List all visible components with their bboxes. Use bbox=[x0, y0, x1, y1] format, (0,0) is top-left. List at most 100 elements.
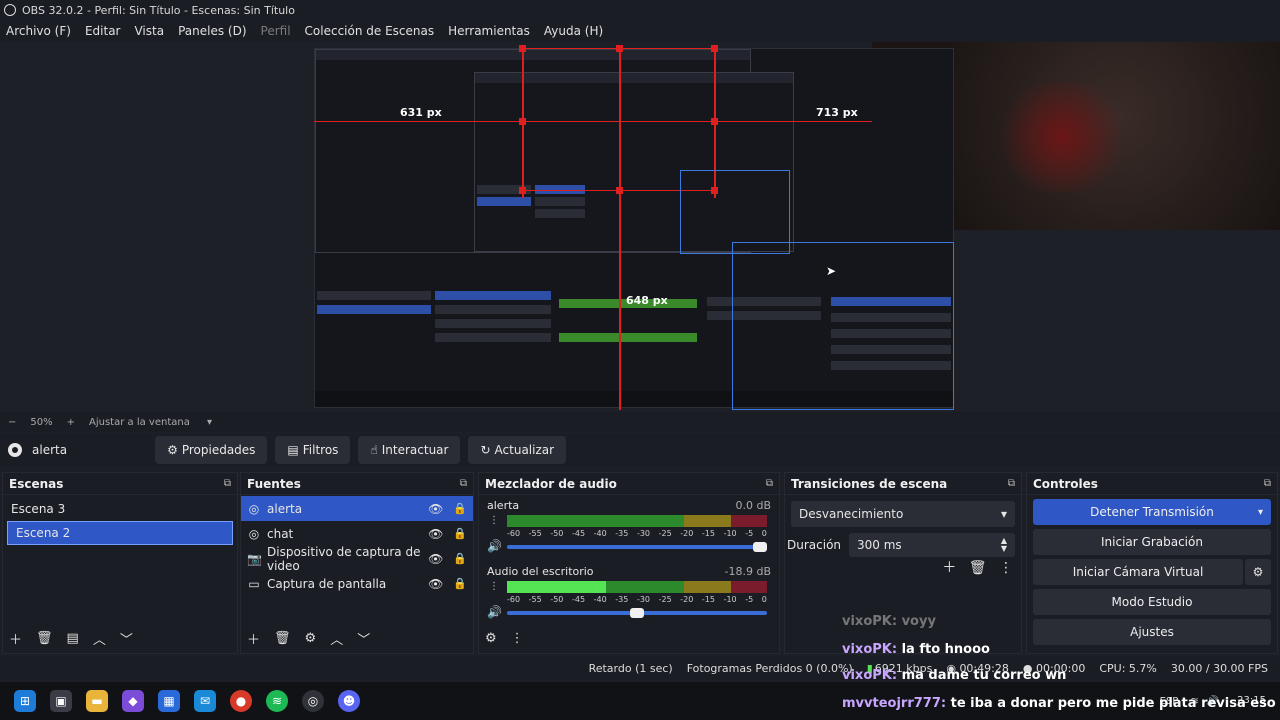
scene-item[interactable]: Escena 3 bbox=[3, 497, 237, 521]
eye-icon[interactable]: 👁 bbox=[428, 527, 443, 541]
properties-button[interactable]: ⚙ Propiedades bbox=[155, 436, 268, 464]
volume-slider[interactable] bbox=[507, 608, 767, 618]
chevron-down-icon[interactable]: ﹀ bbox=[357, 629, 370, 648]
zoom-fit-select[interactable]: Ajustar a la ventana ▾ bbox=[89, 417, 212, 428]
stop-streaming-button[interactable]: Detener Transmisión ▾ bbox=[1033, 499, 1271, 525]
add-transition-icon[interactable]: ＋ bbox=[942, 560, 956, 576]
kebab-menu-icon[interactable]: ⋮ bbox=[999, 560, 1013, 576]
chat-message: vixoPK: la fto hnooo bbox=[842, 642, 990, 657]
dock-popout-icon[interactable]: ⧉ bbox=[224, 478, 231, 489]
file-explorer-icon[interactable]: ▬ bbox=[86, 690, 108, 712]
refresh-icon: ↻ bbox=[480, 443, 491, 457]
chevron-up-icon[interactable]: ︿ bbox=[330, 629, 343, 648]
gear-icon[interactable]: ⚙ bbox=[485, 631, 497, 646]
dock-popout-icon[interactable]: ⧉ bbox=[1264, 478, 1271, 489]
zoom-in-button[interactable]: + bbox=[67, 417, 75, 428]
menu-edit[interactable]: Editar bbox=[85, 24, 121, 38]
trash-icon[interactable]: 🗑 bbox=[274, 631, 291, 646]
preview-area[interactable]: 631 px 713 px 648 px ➤ bbox=[0, 42, 1280, 412]
menu-docks[interactable]: Paneles (D) bbox=[178, 24, 246, 38]
settings-button[interactable]: Ajustes bbox=[1033, 619, 1271, 645]
menu-tools[interactable]: Herramientas bbox=[448, 24, 530, 38]
transform-handle[interactable] bbox=[519, 45, 526, 52]
filters-button[interactable]: ▤ Filtros bbox=[275, 436, 351, 464]
add-source-icon[interactable]: ＋ bbox=[247, 629, 260, 648]
transform-handle[interactable] bbox=[519, 187, 526, 194]
transform-handle[interactable] bbox=[616, 187, 623, 194]
speaker-icon[interactable]: 🔊 bbox=[487, 539, 502, 553]
globe-icon: ◎ bbox=[248, 501, 260, 516]
filter-icon[interactable]: ▤ bbox=[67, 631, 79, 646]
gear-icon[interactable]: ⚙ bbox=[305, 631, 317, 646]
meter-tick-label: -40 bbox=[593, 529, 607, 538]
add-scene-icon[interactable]: ＋ bbox=[9, 629, 22, 648]
selected-source-bounds[interactable] bbox=[732, 242, 954, 410]
zoom-out-button[interactable]: − bbox=[8, 417, 16, 428]
spotify-icon[interactable]: ≋ bbox=[266, 690, 288, 712]
menu-view[interactable]: Vista bbox=[134, 24, 164, 38]
transform-handle[interactable] bbox=[519, 118, 526, 125]
task-view-icon[interactable]: ▣ bbox=[50, 690, 72, 712]
dock-popout-icon[interactable]: ⧉ bbox=[1008, 478, 1015, 489]
speaker-icon[interactable]: 🔊 bbox=[487, 605, 502, 619]
trash-icon[interactable]: 🗑 bbox=[969, 560, 987, 576]
dock-popout-icon[interactable]: ⧉ bbox=[460, 478, 467, 489]
store-icon[interactable]: ▦ bbox=[158, 690, 180, 712]
lock-icon[interactable]: 🔒 bbox=[453, 577, 467, 590]
meter-tick-label: -25 bbox=[658, 595, 672, 604]
meter-tick-label: -10 bbox=[723, 529, 737, 538]
start-recording-button[interactable]: Iniciar Grabación bbox=[1033, 529, 1271, 555]
chrome-icon[interactable]: ● bbox=[230, 690, 252, 712]
obs-taskbar-icon[interactable]: ◎ bbox=[302, 690, 324, 712]
eye-icon[interactable]: 👁 bbox=[428, 552, 443, 566]
kebab-menu-icon[interactable]: ⋮ bbox=[489, 515, 499, 526]
discord-icon[interactable]: ☻ bbox=[338, 690, 360, 712]
volume-slider[interactable] bbox=[507, 542, 767, 552]
chevron-down-icon[interactable]: ﹀ bbox=[120, 629, 133, 648]
gear-icon[interactable]: ⚙ bbox=[1245, 559, 1271, 585]
copilot-icon[interactable]: ◆ bbox=[122, 690, 144, 712]
chevron-up-icon[interactable]: ︿ bbox=[93, 629, 106, 648]
interact-button[interactable]: ☝ Interactuar bbox=[358, 436, 461, 464]
volume-meter bbox=[507, 515, 767, 527]
transition-select[interactable]: Desvanecimiento ▾ bbox=[791, 501, 1015, 527]
trash-icon[interactable]: 🗑 bbox=[36, 631, 53, 646]
transform-handle[interactable] bbox=[616, 45, 623, 52]
kebab-menu-icon[interactable]: ⋮ bbox=[489, 581, 499, 592]
source-item[interactable]: ◎ alerta 👁 🔒 bbox=[241, 496, 473, 521]
lock-icon[interactable]: 🔒 bbox=[453, 502, 467, 515]
slider-knob[interactable] bbox=[630, 608, 644, 618]
menu-file[interactable]: Archivo (F) bbox=[6, 24, 71, 38]
meter-tick-label: -25 bbox=[658, 529, 672, 538]
eye-icon[interactable]: 👁 bbox=[428, 502, 443, 516]
controls-title: Controles bbox=[1033, 476, 1098, 491]
sources-title: Fuentes bbox=[247, 476, 301, 491]
dock-popout-icon[interactable]: ⧉ bbox=[766, 478, 773, 489]
eye-icon[interactable]: 👁 bbox=[428, 577, 443, 591]
start-virtual-camera-button[interactable]: Iniciar Cámara Virtual bbox=[1033, 559, 1243, 585]
transform-handle[interactable] bbox=[711, 45, 718, 52]
duration-input[interactable]: 300 ms ▲ ▼ bbox=[849, 533, 1015, 557]
source-item[interactable]: ▭ Captura de pantalla 👁 🔒 bbox=[241, 571, 473, 596]
mixer-channel: Audio del escritorio -18.9 dB ⋮ -60 -55 -50… bbox=[479, 561, 779, 627]
source-item[interactable]: ◎ chat 👁 🔒 bbox=[241, 521, 473, 546]
slider-knob[interactable] bbox=[753, 542, 767, 552]
menu-profile[interactable]: Perfil bbox=[261, 24, 291, 38]
source-item[interactable]: 📷 Dispositivo de captura de video 👁 🔒 bbox=[241, 545, 473, 573]
menu-scene-collection[interactable]: Colección de Escenas bbox=[305, 24, 435, 38]
mixer-channels: alerta 0.0 dB ⋮ -60 -55 -50 -45 -40 -35 -30 -25-… bbox=[479, 495, 779, 623]
windows-start-icon[interactable]: ⊞ bbox=[14, 690, 36, 712]
studio-mode-button[interactable]: Modo Estudio bbox=[1033, 589, 1271, 615]
lock-icon[interactable]: 🔒 bbox=[453, 527, 467, 540]
chevron-down-icon[interactable]: ▾ bbox=[1258, 507, 1263, 518]
spin-arrows-icon[interactable]: ▲ ▼ bbox=[1001, 537, 1007, 553]
mail-icon[interactable]: ✉ bbox=[194, 690, 216, 712]
selected-source-label: alerta bbox=[32, 443, 68, 457]
refresh-button[interactable]: ↻ Actualizar bbox=[468, 436, 567, 464]
zoom-level: 50% bbox=[30, 416, 53, 428]
menu-help[interactable]: Ayuda (H) bbox=[544, 24, 603, 38]
kebab-menu-icon[interactable]: ⋮ bbox=[511, 631, 524, 646]
lock-icon[interactable]: 🔒 bbox=[453, 552, 467, 565]
transform-handle[interactable] bbox=[711, 118, 718, 125]
scene-item[interactable]: Escena 2 bbox=[7, 521, 233, 545]
